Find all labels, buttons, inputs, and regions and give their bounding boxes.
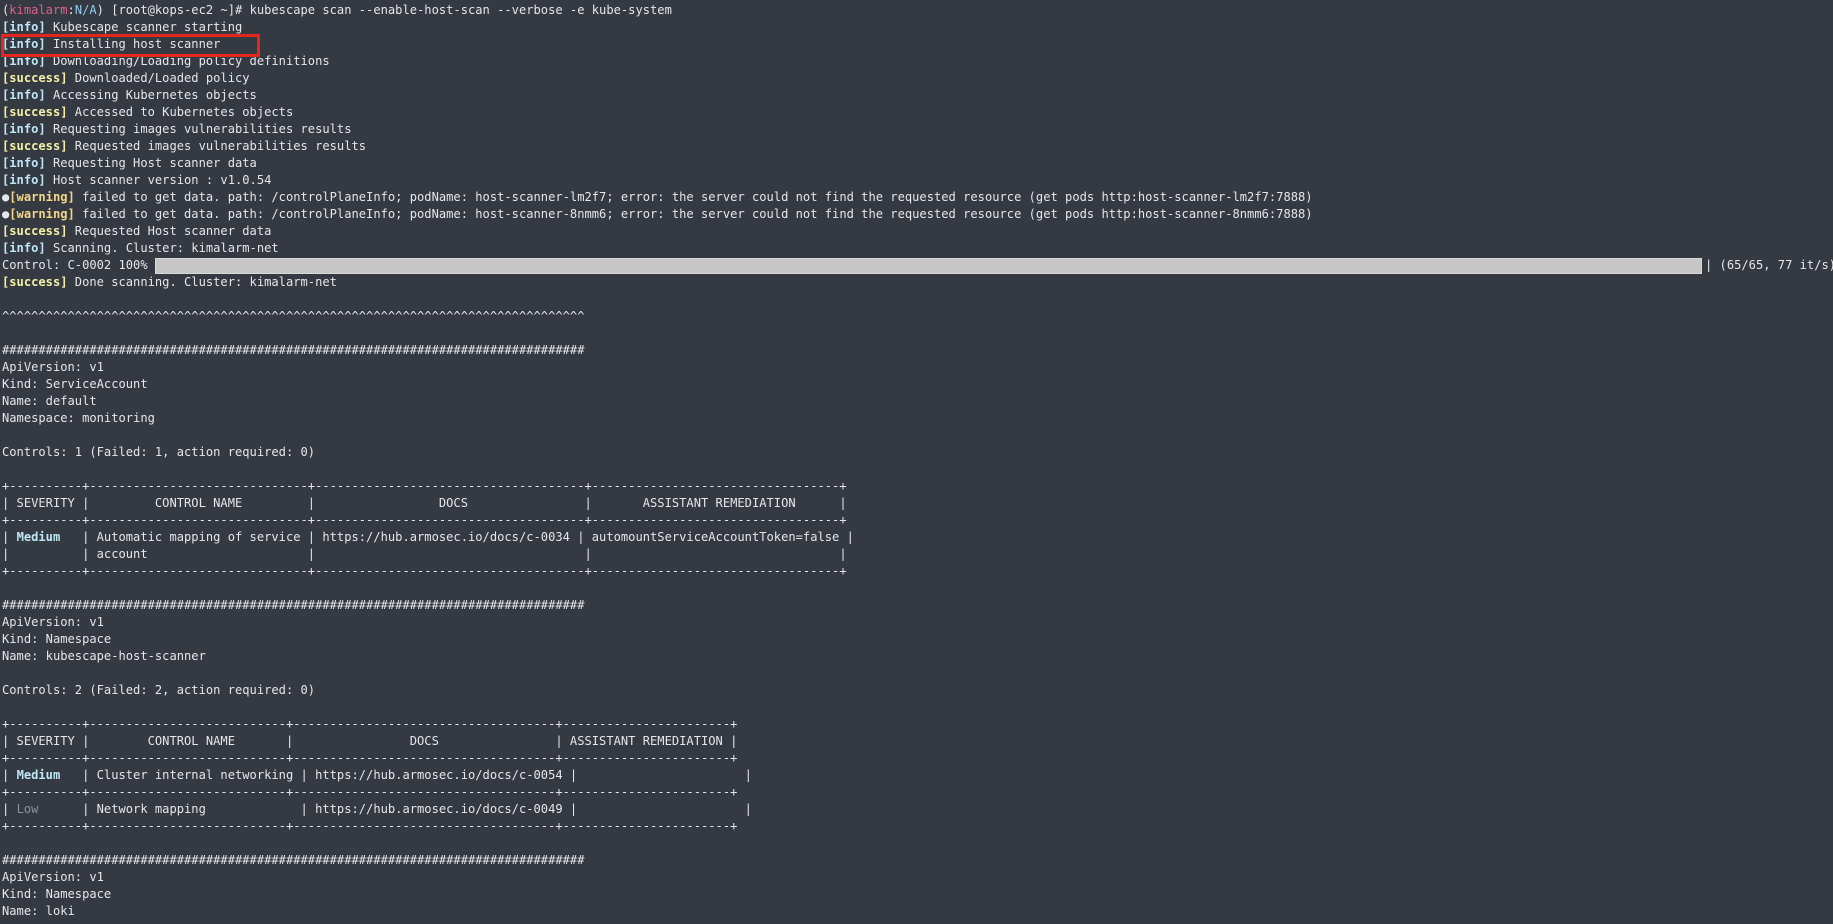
- resource-name: Name: loki: [2, 904, 75, 918]
- resource-namespace: Namespace: monitoring: [2, 411, 155, 425]
- resource-api-version: ApiVersion: v1: [2, 870, 104, 884]
- log-line: [info] Requesting Host scanner data: [2, 156, 257, 170]
- table-row: | Medium | Cluster internal networking |…: [2, 768, 752, 782]
- table-border: +----------+----------------------------…: [2, 479, 847, 493]
- controls-summary: Controls: 2 (Failed: 2, action required:…: [2, 683, 316, 697]
- severity-badge: Low: [16, 802, 39, 816]
- severity-badge: Medium: [16, 768, 61, 782]
- command-text: kubescape scan --enable-host-scan --verb…: [249, 3, 672, 17]
- table-row: | Medium | Automatic mapping of service …: [2, 530, 854, 544]
- log-line: [success] Done scanning. Cluster: kimala…: [2, 275, 337, 289]
- progress-fill: [156, 259, 1701, 273]
- progress-suffix: | (65/65, 77 it/s): [1705, 258, 1833, 272]
- log-line-warning: ●[warning] failed to get data. path: /co…: [2, 190, 1313, 204]
- table-border: +----------+---------------------------+…: [2, 751, 738, 765]
- log-line: [success] Accessed to Kubernetes objects: [2, 105, 294, 119]
- prompt-line: (kimalarm:N/A) [root@kops-ec2 ~]# kubesc…: [2, 3, 672, 17]
- log-line-warning: ●[warning] failed to get data. path: /co…: [2, 207, 1313, 221]
- prompt-region: N/A: [74, 3, 97, 17]
- prompt-user-host: [root@kops-ec2 ~]#: [111, 3, 250, 17]
- prompt-context: kimalarm: [9, 3, 68, 17]
- resource-kind: Kind: Namespace: [2, 632, 112, 646]
- severity-badge: Medium: [16, 530, 61, 544]
- table-row: | Low | Network mapping | https://hub.ar…: [2, 802, 752, 816]
- progress-label: Control: C-0002 100% |: [2, 258, 163, 272]
- progress-bar: [155, 258, 1702, 274]
- resource-name: Name: kubescape-host-scanner: [2, 649, 206, 663]
- log-line: [info] Requesting images vulnerabilities…: [2, 122, 352, 136]
- terminal-window[interactable]: (kimalarm:N/A) [root@kops-ec2 ~]# kubesc…: [0, 0, 1833, 924]
- resource-kind: Kind: ServiceAccount: [2, 377, 148, 391]
- table-border: +----------+----------------------------…: [2, 564, 847, 578]
- table-border: +----------+---------------------------+…: [2, 717, 738, 731]
- log-line: [info] Host scanner version : v1.0.54: [2, 173, 272, 187]
- highlight-box: [1, 34, 260, 57]
- table-border: +----------+---------------------------+…: [2, 819, 738, 833]
- controls-summary: Controls: 1 (Failed: 1, action required:…: [2, 445, 316, 459]
- table-header: | SEVERITY | CONTROL NAME | DOCS | ASSIS…: [2, 734, 738, 748]
- log-line: [success] Requested Host scanner data: [2, 224, 272, 238]
- separator-tilde: ^^^^^^^^^^^^^^^^^^^^^^^^^^^^^^^^^^^^^^^^…: [2, 309, 585, 323]
- resource-api-version: ApiVersion: v1: [2, 615, 104, 629]
- separator-hash: ########################################…: [2, 853, 585, 867]
- table-row: | | account | | |: [2, 547, 847, 561]
- resource-kind: Kind: Namespace: [2, 887, 112, 901]
- separator-hash: ########################################…: [2, 598, 585, 612]
- table-border: +----------+----------------------------…: [2, 513, 847, 527]
- separator-hash: ########################################…: [2, 343, 585, 357]
- log-line: [success] Downloaded/Loaded policy: [2, 71, 250, 85]
- resource-api-version: ApiVersion: v1: [2, 360, 104, 374]
- table-header: | SEVERITY | CONTROL NAME | DOCS | ASSIS…: [2, 496, 847, 510]
- log-line: [success] Requested images vulnerabiliti…: [2, 139, 367, 153]
- log-line: [info] Scanning. Cluster: kimalarm-net: [2, 241, 279, 255]
- table-border: +----------+---------------------------+…: [2, 785, 738, 799]
- log-line: [info] Accessing Kubernetes objects: [2, 88, 257, 102]
- resource-name: Name: default: [2, 394, 97, 408]
